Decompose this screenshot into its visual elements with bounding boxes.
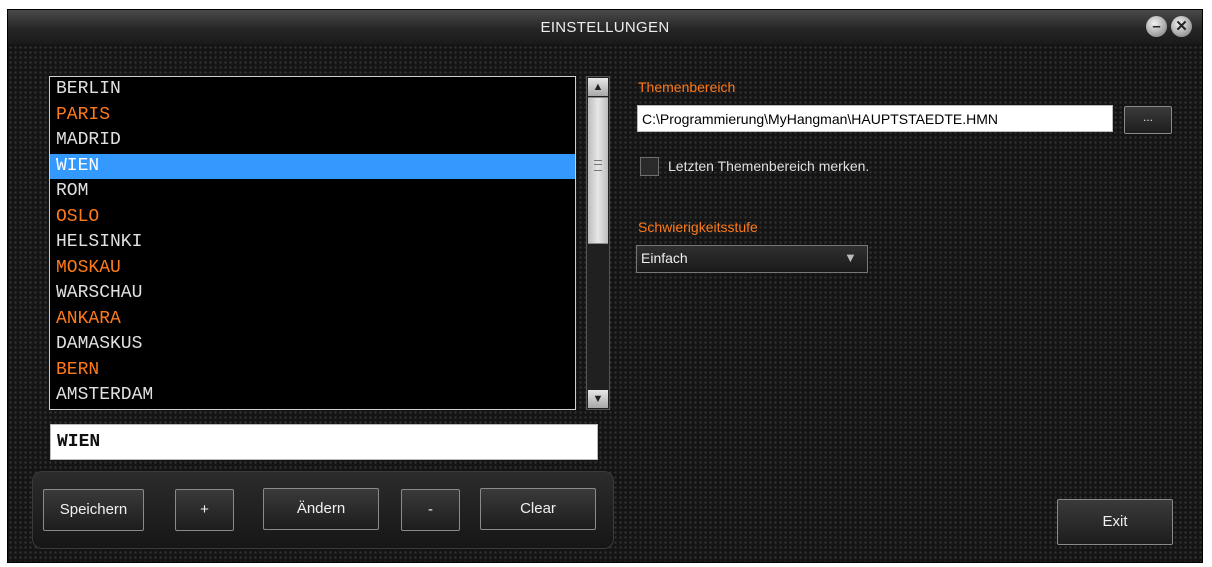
clear-button[interactable]: Clear — [480, 488, 596, 530]
scroll-up-icon[interactable]: ▲ — [588, 78, 608, 96]
list-item[interactable]: OSLO — [50, 205, 575, 231]
grip-icon — [594, 160, 602, 171]
list-item[interactable]: MOSKAU — [50, 256, 575, 282]
list-item[interactable]: ANKARA — [50, 307, 575, 333]
list-item[interactable]: BERLIN — [50, 77, 575, 103]
window-title: EINSTELLUNGEN — [540, 19, 670, 36]
add-button[interactable]: + — [175, 489, 234, 531]
title-bar[interactable]: EINSTELLUNGEN – ✕ — [8, 10, 1202, 44]
list-item[interactable]: WARSCHAU — [50, 281, 575, 307]
word-input[interactable] — [50, 424, 598, 460]
settings-window: EINSTELLUNGEN – ✕ BERLIN PARIS MADRID WI… — [8, 10, 1202, 562]
word-button-panel: Speichern + Ändern - Clear — [32, 471, 614, 549]
list-item[interactable]: BERN — [50, 358, 575, 384]
edit-button[interactable]: Ändern — [263, 488, 379, 530]
difficulty-value: Einfach — [641, 250, 688, 266]
list-item[interactable]: ROM — [50, 179, 575, 205]
remember-topic-label[interactable]: Letzten Themenbereich merken. — [668, 158, 869, 174]
topic-label: Themenbereich — [638, 79, 736, 95]
minimize-icon[interactable]: – — [1146, 16, 1167, 37]
scroll-down-icon[interactable]: ▼ — [588, 390, 608, 408]
save-button[interactable]: Speichern — [43, 489, 144, 531]
list-item[interactable]: DAMASKUS — [50, 332, 575, 358]
topic-path-input[interactable] — [637, 105, 1113, 132]
close-icon[interactable]: ✕ — [1171, 16, 1192, 37]
list-item[interactable]: AMSTERDAM — [50, 383, 575, 409]
difficulty-label: Schwierigkeitsstufe — [638, 219, 758, 235]
difficulty-select[interactable]: Einfach ▼ — [636, 245, 868, 273]
list-item[interactable]: MADRID — [50, 128, 575, 154]
browse-button[interactable]: ... — [1124, 106, 1172, 134]
list-item[interactable]: HELSINKI — [50, 230, 575, 256]
dropdown-arrow-icon[interactable]: ▼ — [844, 250, 857, 265]
word-list[interactable]: BERLIN PARIS MADRID WIEN ROM OSLO HELSIN… — [49, 76, 576, 410]
remove-button[interactable]: - — [401, 489, 460, 531]
exit-button[interactable]: Exit — [1057, 499, 1173, 545]
list-item-selected[interactable]: WIEN — [50, 153, 575, 179]
list-scrollbar[interactable]: ▲ ▼ — [586, 76, 610, 410]
list-item[interactable]: PARIS — [50, 103, 575, 129]
remember-topic-checkbox[interactable] — [640, 157, 659, 176]
scroll-thumb[interactable] — [588, 97, 608, 244]
